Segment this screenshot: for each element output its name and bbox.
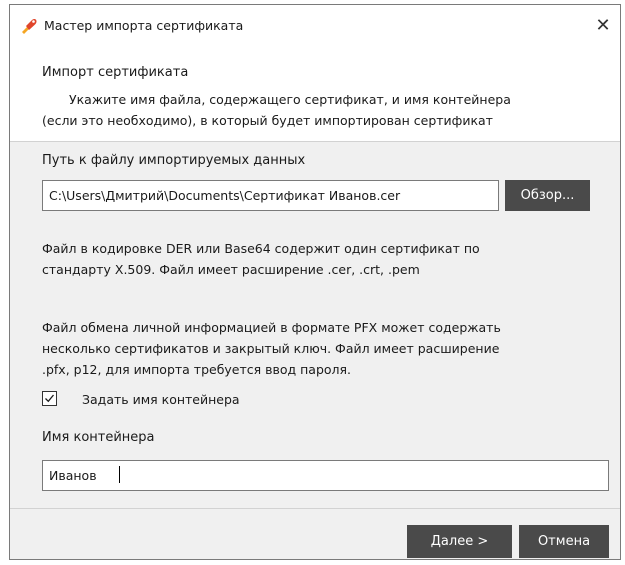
wizard-header: Импорт сертификата Укажите имя файла, со… [10,47,620,142]
window-title: Мастер импорта сертификата [44,18,244,33]
header-description: Укажите имя файла, содержащего сертифика… [42,89,614,131]
footer-divider [10,508,620,509]
file-path-input[interactable] [42,180,499,211]
browse-button[interactable]: Обзор... [505,180,590,211]
pfx-info-line-1: Файл обмена личной информацией в формате… [42,320,501,335]
header-description-line-1: Укажите имя файла, содержащего сертифика… [69,92,511,107]
file-path-label: Путь к файлу импортируемых данных [42,153,306,168]
next-button[interactable]: Далее > [407,525,512,558]
header-title: Импорт сертификата [42,65,189,80]
checkmark-icon [45,394,55,403]
title-bar: Мастер импорта сертификата ✕ [10,5,620,47]
pfx-info-line-2: несколько сертификатов и закрытый ключ. … [42,341,500,356]
import-wizard-dialog: Мастер импорта сертификата ✕ Импорт серт… [9,4,621,560]
text-caret [119,466,120,483]
container-name-input[interactable] [42,460,609,491]
close-icon[interactable]: ✕ [586,5,620,47]
certificate-wizard-icon [22,19,37,34]
pfx-info-line-3: .pfx, p12, для импорта требуется ввод па… [42,362,352,377]
header-description-line-2: (если это необходимо), в который будет и… [42,113,493,128]
set-container-name-label[interactable]: Задать имя контейнера [82,392,240,407]
container-name-label: Имя контейнера [42,430,155,445]
pfx-info-text: Файл обмена личной информацией в формате… [42,317,617,380]
der-info-text: Файл в кодировке DER или Base64 содержит… [42,238,617,280]
der-info-line-1: Файл в кодировке DER или Base64 содержит… [42,241,480,256]
der-info-line-2: стандарту X.509. Файл имеет расширение .… [42,262,420,277]
cancel-button[interactable]: Отмена [519,525,609,558]
set-container-name-checkbox[interactable] [42,391,57,406]
